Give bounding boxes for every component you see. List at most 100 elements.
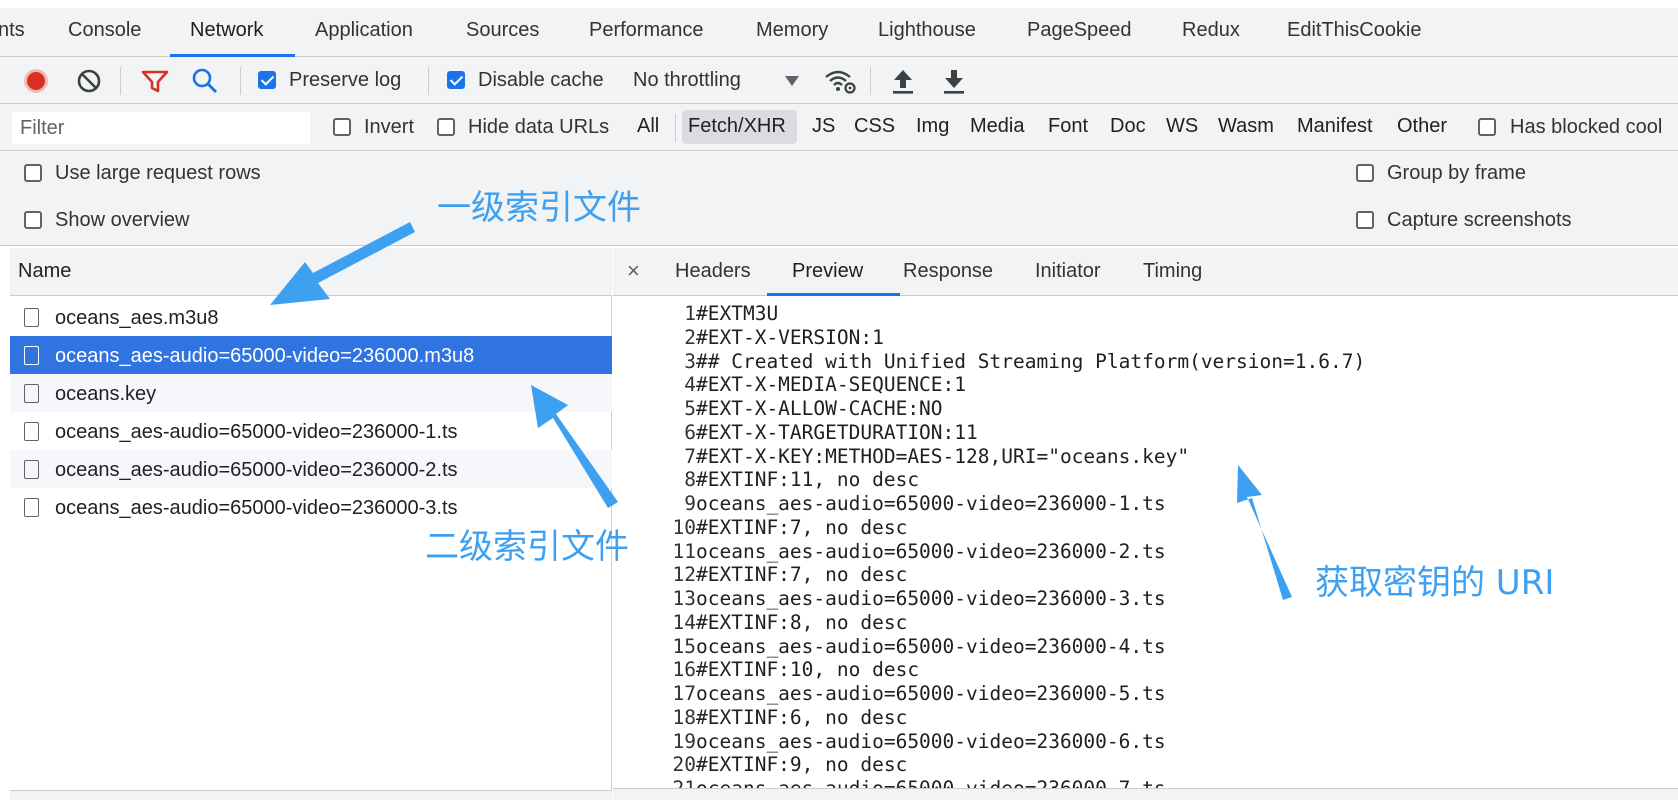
- request-row[interactable]: oceans_aes.m3u8: [10, 298, 612, 336]
- tab-sources[interactable]: Sources: [466, 19, 539, 42]
- hide-data-urls-checkbox[interactable]: [437, 118, 455, 136]
- filter-toggle-button[interactable]: [140, 67, 170, 95]
- code-line: 20 #EXTINF:9, no desc: [613, 753, 1678, 777]
- tab-network[interactable]: Network: [190, 19, 263, 42]
- tab-preview[interactable]: Preview: [792, 260, 863, 283]
- network-toolbar: Preserve log Disable cache No throttling: [0, 57, 1678, 104]
- hide-data-urls-label: Hide data URLs: [468, 116, 610, 138]
- document-icon: [24, 498, 39, 517]
- line-number: 2: [684, 325, 696, 349]
- type-filter-fetch-xhr[interactable]: Fetch/XHR: [688, 115, 786, 138]
- network-settings: Use large request rows Show overview Gro…: [0, 151, 1678, 246]
- export-har-button[interactable]: [941, 66, 967, 96]
- disable-cache-checkbox[interactable]: [447, 71, 465, 89]
- line-number: 6: [684, 420, 696, 444]
- document-icon: [24, 308, 39, 327]
- line-text: oceans_aes-audio=65000-video=236000-4.ts: [696, 634, 1166, 658]
- show-overview-checkbox[interactable]: [24, 211, 42, 229]
- tab-redux[interactable]: Redux: [1182, 19, 1240, 42]
- network-conditions-button[interactable]: [823, 66, 857, 96]
- filter-input[interactable]: [12, 112, 310, 144]
- horizontal-scrollbar[interactable]: [613, 788, 1678, 800]
- close-icon[interactable]: ×: [627, 258, 640, 284]
- code-line: 6 #EXT-X-TARGETDURATION:11: [613, 421, 1678, 445]
- tab-headers[interactable]: Headers: [675, 260, 751, 283]
- request-row[interactable]: oceans_aes-audio=65000-video=236000-1.ts: [10, 412, 612, 450]
- type-filter-manifest[interactable]: Manifest: [1297, 115, 1373, 138]
- preserve-log-label: Preserve log: [289, 69, 402, 91]
- name-column-header[interactable]: Name: [10, 248, 612, 296]
- annotation-second-index: 二级索引文件: [425, 527, 629, 567]
- line-number: 8: [684, 468, 696, 492]
- line-number: 13: [672, 587, 696, 610]
- record-button[interactable]: [22, 67, 50, 95]
- type-filter-ws[interactable]: WS: [1166, 115, 1198, 138]
- large-rows-checkbox[interactable]: [24, 164, 42, 182]
- type-filter-font[interactable]: Font: [1048, 115, 1088, 138]
- tab-application[interactable]: Application: [315, 19, 413, 42]
- line-text: oceans_aes-audio=65000-video=236000-3.ts: [696, 587, 1166, 610]
- request-row[interactable]: oceans_aes-audio=65000-video=236000-2.ts: [10, 450, 612, 488]
- clear-icon: [77, 69, 101, 93]
- preserve-log-checkbox[interactable]: [258, 71, 276, 89]
- tab-response[interactable]: Response: [903, 260, 993, 283]
- status-bar: [10, 790, 612, 800]
- capture-screenshots-checkbox[interactable]: [1356, 211, 1374, 229]
- tab-performance[interactable]: Performance: [589, 19, 704, 42]
- line-text: #EXTINF:8, no desc: [696, 610, 908, 634]
- line-number: 5: [684, 397, 696, 420]
- type-filter-css[interactable]: CSS: [854, 115, 895, 138]
- line-number: 19: [672, 729, 696, 753]
- request-name: oceans_aes-audio=65000-video=236000.m3u8: [55, 345, 475, 367]
- tab-timing[interactable]: Timing: [1143, 260, 1202, 283]
- annotation-first-index: 一级索引文件: [437, 188, 641, 228]
- line-text: #EXTINF:11, no desc: [696, 468, 920, 492]
- import-har-button[interactable]: [890, 66, 916, 96]
- line-text: #EXTM3U: [696, 302, 779, 325]
- line-number: 15: [672, 634, 696, 658]
- group-by-frame-checkbox[interactable]: [1356, 164, 1374, 182]
- type-filter-img[interactable]: Img: [916, 115, 949, 138]
- request-row[interactable]: oceans.key: [10, 374, 612, 412]
- code-line: 16 #EXTINF:10, no desc: [613, 658, 1678, 682]
- wifi-settings-icon: [825, 70, 856, 94]
- type-filter-other[interactable]: Other: [1397, 115, 1447, 138]
- tab-initiator[interactable]: Initiator: [1035, 260, 1101, 283]
- has-blocked-cookies-label: Has blocked cool: [1510, 116, 1663, 138]
- filter-funnel-icon: [141, 70, 169, 93]
- invert-checkbox[interactable]: [333, 118, 351, 136]
- type-filter-wasm[interactable]: Wasm: [1218, 115, 1274, 138]
- document-icon: [24, 384, 39, 403]
- type-filter-doc[interactable]: Doc: [1110, 115, 1146, 138]
- line-number: 10: [672, 515, 696, 539]
- group-by-frame-label: Group by frame: [1387, 162, 1526, 184]
- tab-elements[interactable]: nts: [0, 19, 25, 42]
- line-number: 18: [672, 705, 696, 729]
- type-filter-all[interactable]: All: [637, 115, 659, 138]
- disable-cache-label: Disable cache: [478, 69, 604, 91]
- line-text: oceans_aes-audio=65000-video=236000-5.ts: [696, 682, 1166, 705]
- capture-screenshots-label: Capture screenshots: [1387, 209, 1572, 231]
- tab-editthiscookie[interactable]: EditThisCookie: [1287, 19, 1422, 42]
- line-text: oceans_aes-audio=65000-video=236000-1.ts: [696, 492, 1166, 515]
- request-row-selected[interactable]: oceans_aes-audio=65000-video=236000.m3u8: [10, 336, 612, 374]
- code-line: 5 #EXT-X-ALLOW-CACHE:NO: [613, 397, 1678, 421]
- type-filter-media[interactable]: Media: [970, 115, 1024, 138]
- line-number: 20: [672, 753, 696, 777]
- code-line: 9 oceans_aes-audio=65000-video=236000-1.t…: [613, 492, 1678, 516]
- tab-lighthouse[interactable]: Lighthouse: [878, 19, 976, 42]
- has-blocked-cookies-checkbox[interactable]: [1478, 118, 1496, 136]
- code-line: 1 #EXTM3U: [613, 302, 1678, 326]
- code-line: 15 oceans_aes-audio=65000-video=236000-4.…: [613, 635, 1678, 659]
- line-number: 11: [672, 539, 696, 563]
- clear-button[interactable]: [75, 67, 103, 95]
- throttling-select[interactable]: No throttling: [633, 69, 741, 92]
- tab-console[interactable]: Console: [68, 19, 141, 42]
- search-button[interactable]: [190, 66, 220, 96]
- line-number: 3: [684, 349, 696, 373]
- line-text: #EXTINF:7, no desc: [696, 515, 908, 539]
- tab-pagespeed[interactable]: PageSpeed: [1027, 19, 1132, 42]
- line-number: 1: [684, 302, 696, 325]
- tab-memory[interactable]: Memory: [756, 19, 828, 42]
- type-filter-js[interactable]: JS: [812, 115, 835, 138]
